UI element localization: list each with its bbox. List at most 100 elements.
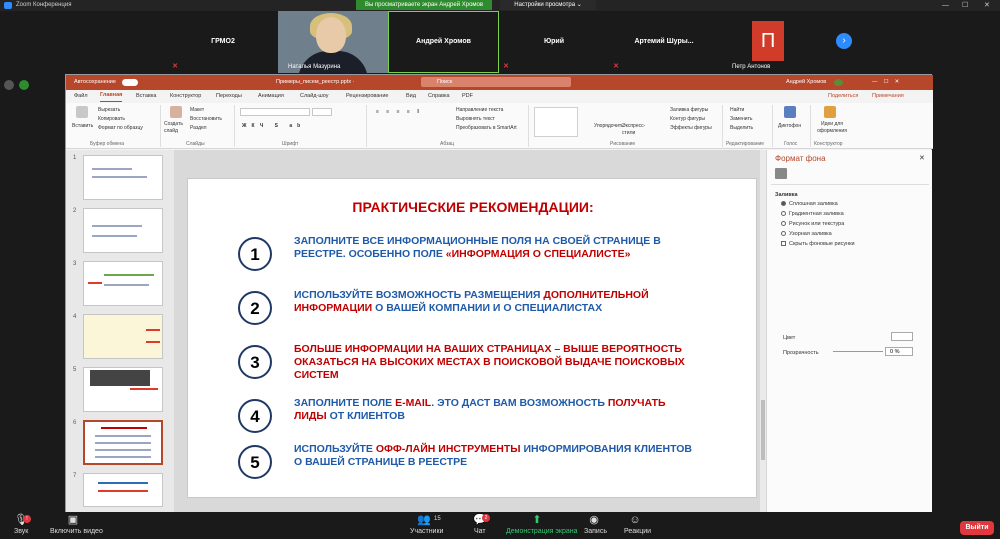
slide-thumbnail[interactable] bbox=[83, 155, 163, 200]
shape-effects-button[interactable]: Эффекты фигуры bbox=[670, 125, 712, 132]
sound-button[interactable]: Звук bbox=[14, 528, 28, 535]
new-slide-button[interactable]: Создать слайд bbox=[164, 121, 188, 135]
participant-tile[interactable]: ГРМО2 ✕ bbox=[168, 11, 278, 73]
slide-thumbnail[interactable] bbox=[83, 314, 163, 359]
active-speaker-tile[interactable]: Андрей Хромов bbox=[388, 11, 499, 73]
hide-bg-checkbox[interactable] bbox=[781, 241, 786, 246]
cut-button[interactable]: Вырезать bbox=[98, 107, 120, 114]
select-button[interactable]: Выделить bbox=[730, 125, 753, 132]
slide-editor[interactable]: ПРАКТИЧЕСКИЕ РЕКОМЕНДАЦИИ: 1 ЗАПОЛНИТЕ ВС… bbox=[174, 150, 766, 513]
tab-design[interactable]: Конструктор bbox=[170, 90, 201, 103]
replace-button[interactable]: Заменить bbox=[730, 116, 752, 123]
search-input[interactable]: Поиск bbox=[421, 77, 571, 87]
arrange-button[interactable]: Упорядочить bbox=[594, 123, 624, 130]
video-off-icon[interactable]: ▣ bbox=[66, 515, 80, 526]
format-background-pane: Формат фона ✕ Заливка Сплошная заливка Г… bbox=[766, 150, 932, 513]
reset-button[interactable]: Восстановить bbox=[190, 116, 222, 123]
transparency-input[interactable]: 0 % bbox=[885, 347, 913, 356]
tab-help[interactable]: Справка bbox=[428, 90, 450, 103]
minimize-button[interactable]: — bbox=[942, 0, 949, 11]
exit-button[interactable]: Выйти bbox=[960, 521, 994, 535]
group-label: Шрифт bbox=[282, 141, 299, 147]
tab-animation[interactable]: Анимация bbox=[258, 90, 284, 103]
avatar bbox=[834, 79, 843, 86]
tab-review[interactable]: Рецензирование bbox=[346, 90, 388, 103]
align-text-button[interactable]: Выровнять текст bbox=[456, 116, 495, 123]
slide-thumbnail[interactable] bbox=[83, 261, 163, 306]
reactions-icon[interactable]: ☺ bbox=[628, 515, 642, 526]
smartart-button[interactable]: Преобразовать в SmartArt bbox=[456, 125, 517, 132]
participant-video-tile[interactable]: Наталья Мазурина bbox=[278, 11, 388, 73]
find-button[interactable]: Найти bbox=[730, 107, 744, 114]
record-icon[interactable]: ◉ bbox=[587, 515, 601, 526]
radio-gradient-fill[interactable] bbox=[781, 211, 786, 216]
group-label: Конструктор bbox=[814, 141, 843, 147]
tab-insert[interactable]: Вставка bbox=[136, 90, 156, 103]
slide-thumbnail[interactable] bbox=[83, 473, 163, 507]
format-painter-button[interactable]: Формат по образцу bbox=[98, 125, 143, 132]
designer-button[interactable]: Идеи для оформления bbox=[814, 121, 850, 135]
pane-title: Формат фона bbox=[775, 154, 826, 163]
thumb-arrow bbox=[88, 282, 102, 284]
close-pane-button[interactable]: ✕ bbox=[919, 154, 925, 162]
tab-slideshow[interactable]: Слайд-шоу bbox=[300, 90, 329, 103]
video-button[interactable]: Включить видео bbox=[50, 528, 103, 535]
view-options-button[interactable]: Настройки просмотра ⌄ bbox=[500, 0, 596, 10]
group-label: Абзац bbox=[440, 141, 455, 147]
paste-button[interactable]: Вставить bbox=[72, 123, 93, 130]
shape-fill-button[interactable]: Заливка фигуры bbox=[670, 107, 708, 114]
user-name: Андрей Хромов bbox=[786, 79, 827, 85]
current-slide[interactable]: ПРАКТИЧЕСКИЕ РЕКОМЕНДАЦИИ: 1 ЗАПОЛНИТЕ ВС… bbox=[187, 178, 757, 498]
fill-bucket-icon[interactable] bbox=[775, 168, 787, 179]
info-icon[interactable] bbox=[4, 80, 14, 90]
ppt-titlebar: Автосохранение Примеры_писем_реестр.pptx… bbox=[66, 75, 933, 90]
shape-outline-button[interactable]: Контур фигуры bbox=[670, 116, 705, 123]
color-picker[interactable] bbox=[891, 332, 913, 341]
participant-tile[interactable]: Юрий ✕ bbox=[499, 11, 609, 73]
quick-styles-button[interactable]: Экспресс-стили bbox=[622, 123, 652, 137]
radio-picture-fill[interactable] bbox=[781, 221, 786, 226]
fill-section-header[interactable]: Заливка bbox=[775, 192, 798, 198]
slide-thumbnail[interactable] bbox=[83, 208, 163, 253]
ppt-window-controls[interactable]: — ☐ ✕ bbox=[872, 75, 899, 90]
record-button[interactable]: Запись bbox=[584, 528, 607, 535]
maximize-button[interactable]: ☐ bbox=[962, 0, 968, 11]
transparency-slider[interactable] bbox=[833, 351, 883, 352]
reactions-button[interactable]: Реакции bbox=[624, 528, 651, 535]
participant-tile[interactable]: Артемий Шуры... ✕ bbox=[609, 11, 719, 73]
participants-icon[interactable]: 👥 bbox=[417, 515, 431, 526]
slide-number: 2 bbox=[73, 208, 77, 214]
font-format-buttons[interactable]: ЖКЧ S ab bbox=[242, 123, 305, 130]
slide-thumbnail-selected[interactable] bbox=[83, 420, 163, 465]
shared-powerpoint-window: Автосохранение Примеры_писем_реестр.pptx… bbox=[65, 74, 933, 513]
section-button[interactable]: Раздел bbox=[190, 125, 207, 132]
share-screen-icon[interactable]: ⬆ bbox=[530, 515, 544, 526]
autosave-toggle[interactable] bbox=[122, 79, 138, 86]
share-screen-button[interactable]: Демонстрация экрана bbox=[506, 528, 578, 535]
participants-button[interactable]: Участники bbox=[410, 528, 443, 535]
chat-button[interactable]: Чат bbox=[474, 528, 486, 535]
close-button[interactable]: ✕ bbox=[984, 0, 990, 11]
slide-thumbnail[interactable] bbox=[83, 367, 163, 412]
font-size-box[interactable] bbox=[312, 108, 332, 116]
text-direction-button[interactable]: Направление текста bbox=[456, 107, 503, 114]
scrollbar-thumb[interactable] bbox=[761, 400, 765, 460]
tab-pdf[interactable]: PDF bbox=[462, 90, 473, 103]
tab-file[interactable]: Файл bbox=[74, 90, 88, 103]
tab-view[interactable]: Вид bbox=[406, 90, 416, 103]
next-page-button[interactable]: › bbox=[836, 33, 852, 49]
muted-mic-icon: ✕ bbox=[503, 63, 509, 70]
radio-solid-fill[interactable] bbox=[781, 201, 786, 206]
font-name-box[interactable] bbox=[240, 108, 310, 116]
shapes-gallery[interactable] bbox=[534, 107, 578, 137]
radio-pattern-fill[interactable] bbox=[781, 231, 786, 236]
dictate-button[interactable]: Диктофон bbox=[778, 123, 801, 130]
tab-home[interactable]: Главная bbox=[100, 90, 123, 102]
highlight-text: ОФФ-ЛАЙН ИНСТРУМЕНТЫ bbox=[375, 443, 521, 455]
notes-button[interactable]: Примечания bbox=[872, 91, 930, 101]
security-shield-icon[interactable] bbox=[19, 80, 29, 90]
layout-button[interactable]: Макет bbox=[190, 107, 204, 114]
paragraph-buttons[interactable]: ≡ ≡ ≡ ≡ ‖ bbox=[376, 109, 422, 116]
copy-button[interactable]: Копировать bbox=[98, 116, 125, 123]
tab-transitions[interactable]: Переходы bbox=[216, 90, 242, 103]
